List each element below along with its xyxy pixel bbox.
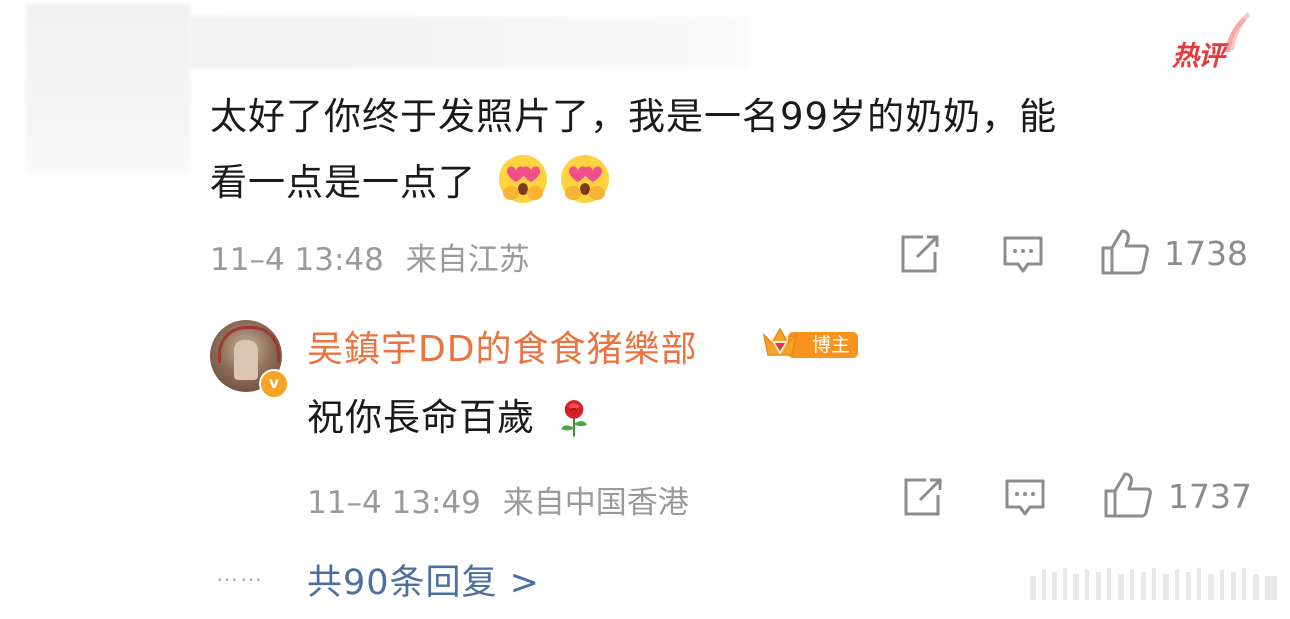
heart-eyes-emoji-icon <box>498 155 547 203</box>
main-comment-meta: 11–4 13:48 来自江苏 <box>210 234 530 279</box>
hot-comment-badge: 热评 <box>1168 10 1252 72</box>
like-icon[interactable] <box>1100 228 1150 276</box>
reply-location: 来自中国香港 <box>502 485 689 521</box>
heart-eyes-emoji-icon <box>560 155 609 203</box>
main-comment-text: 太好了你终于发照片了，我是一名99岁的奶奶，能 看一点是一点了 <box>210 84 1250 216</box>
main-comment-line2-wrap: 看一点是一点了 <box>210 150 1250 216</box>
reply-text: 祝你長命百歲 <box>307 396 535 439</box>
reply-like-count: 1737 <box>1168 477 1252 516</box>
reply-time: 11–4 13:49 <box>307 485 481 521</box>
reply-meta: 11–4 13:49 来自中国香港 <box>307 477 689 522</box>
main-comment-line2: 看一点是一点了 <box>210 161 476 204</box>
v-badge-icon: v <box>259 369 289 399</box>
redacted-avatar-area <box>26 4 190 174</box>
reply-text-wrap: 祝你長命百歲 <box>307 385 594 451</box>
share-icon[interactable] <box>902 477 944 517</box>
comment-icon[interactable] <box>1002 235 1044 275</box>
main-comment-line1: 太好了你终于发照片了，我是一名99岁的奶奶，能 <box>210 95 1058 138</box>
blogger-badge: 博主 <box>760 325 860 361</box>
like-icon[interactable] <box>1103 471 1153 519</box>
more-replies-link[interactable]: 共90条回复 > <box>307 554 540 605</box>
hot-comment-label: 热评 <box>1172 41 1225 72</box>
comment-icon[interactable] <box>1004 478 1046 518</box>
redacted-username-area <box>190 16 750 68</box>
main-comment-location: 来自江苏 <box>405 242 530 278</box>
share-icon[interactable] <box>899 234 941 274</box>
main-like-count: 1738 <box>1164 234 1248 273</box>
watermark-icon <box>1030 568 1277 600</box>
reply-author-name[interactable]: 吴鎮宇DD的食食猪樂部 <box>307 320 697 372</box>
more-replies-dots: …… <box>216 562 264 587</box>
crown-icon <box>762 327 798 356</box>
main-comment-time: 11–4 13:48 <box>210 242 384 278</box>
rose-emoji-icon <box>560 400 587 437</box>
